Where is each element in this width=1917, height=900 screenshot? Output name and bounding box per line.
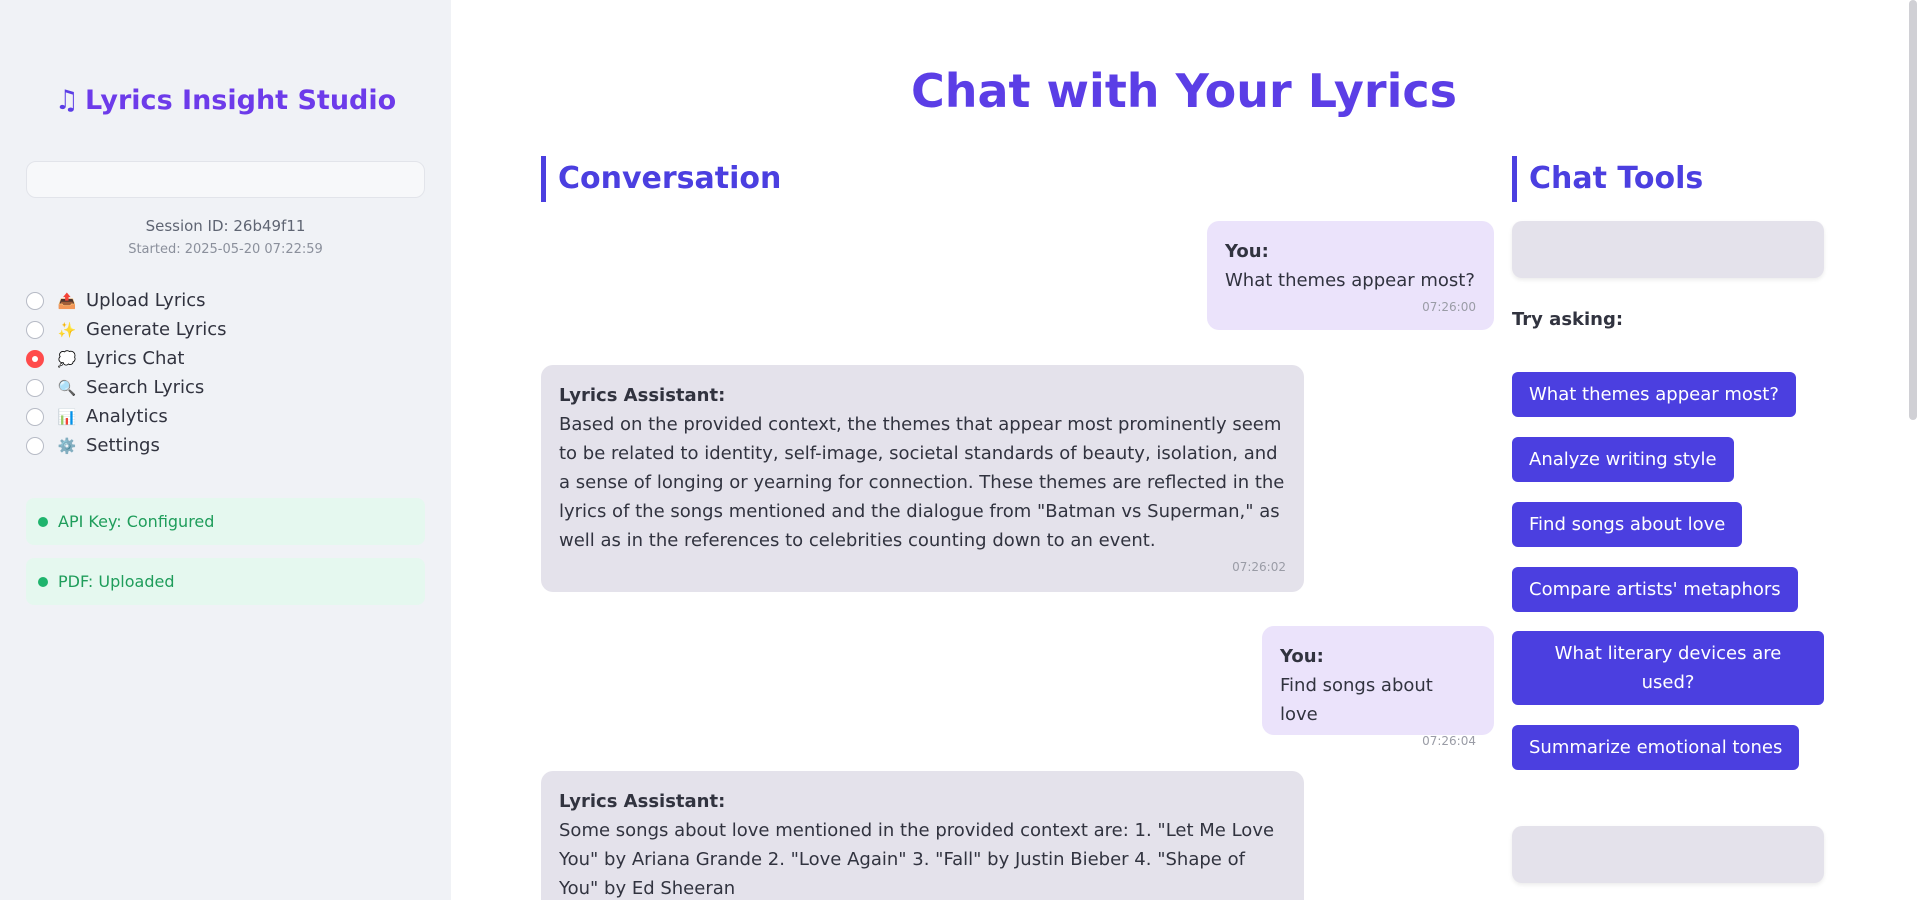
- message-time: 07:26:02: [1232, 560, 1286, 574]
- message-time: 07:26:00: [1422, 300, 1476, 314]
- bar-chart-icon: 📊: [57, 407, 77, 426]
- nav-item-search-lyrics[interactable]: 🔍 Search Lyrics: [26, 373, 227, 402]
- conversation-title: Conversation: [541, 156, 781, 202]
- message-text: Find songs about love: [1280, 675, 1433, 725]
- suggestion-button-metaphors[interactable]: Compare artists' metaphors: [1512, 567, 1798, 612]
- session-started: Started: 2025-05-20 07:22:59: [128, 242, 323, 257]
- sidebar: ♫ Lyrics Insight Studio Session ID: 26b49…: [0, 0, 451, 900]
- status-text: PDF: Uploaded: [58, 572, 175, 591]
- nav-item-label: Lyrics Chat: [86, 348, 185, 369]
- message-sender: You:: [1280, 646, 1324, 667]
- nav-item-label: Settings: [86, 435, 160, 456]
- message-text: What themes appear most?: [1225, 270, 1475, 291]
- nav-item-settings[interactable]: ⚙️ Settings: [26, 431, 227, 460]
- message-sender: You:: [1225, 241, 1269, 262]
- message-text: Based on the provided context, the theme…: [559, 414, 1285, 551]
- nav-item-label: Upload Lyrics: [86, 290, 206, 311]
- chat-tools-box-bottom[interactable]: [1512, 826, 1824, 883]
- status-text: API Key: Configured: [58, 512, 215, 531]
- nav-item-generate-lyrics[interactable]: ✨ Generate Lyrics: [26, 315, 227, 344]
- chat-tools-title: Chat Tools: [1512, 156, 1703, 202]
- chat-tools-box[interactable]: [1512, 221, 1824, 278]
- assistant-message: Lyrics Assistant: Based on the provided …: [541, 365, 1304, 592]
- thought-bubble-icon: 💭: [57, 349, 77, 368]
- status-pdf: PDF: Uploaded: [26, 558, 425, 605]
- session-id: Session ID: 26b49f11: [145, 217, 306, 235]
- scrollbar[interactable]: [1909, 0, 1917, 420]
- nav-item-label: Analytics: [86, 406, 168, 427]
- brand-title: Lyrics Insight Studio: [85, 85, 397, 116]
- sparkles-icon: ✨: [57, 320, 77, 339]
- nav-item-label: Generate Lyrics: [86, 319, 227, 340]
- outbox-icon: 📤: [57, 291, 77, 310]
- radio-icon[interactable]: [26, 378, 44, 397]
- radio-icon[interactable]: [26, 320, 44, 339]
- radio-icon[interactable]: [26, 436, 44, 455]
- message-text: Some songs about love mentioned in the p…: [559, 820, 1275, 899]
- suggestion-button-love-songs[interactable]: Find songs about love: [1512, 502, 1743, 547]
- suggestion-button-literary-devices[interactable]: What literary devices are used?: [1512, 631, 1824, 705]
- status-api-key: API Key: Configured: [26, 498, 425, 545]
- message-time: 07:26:04: [1422, 734, 1476, 748]
- music-note-icon: ♫: [54, 85, 80, 116]
- radio-selected-icon[interactable]: [26, 349, 44, 368]
- try-asking-label: Try asking:: [1512, 309, 1624, 330]
- message-sender: Lyrics Assistant:: [559, 385, 726, 406]
- sidebar-input[interactable]: [26, 161, 425, 198]
- nav-item-lyrics-chat[interactable]: 💭 Lyrics Chat: [26, 344, 227, 373]
- assistant-message: Lyrics Assistant: Some songs about love …: [541, 771, 1304, 900]
- magnifier-icon: 🔍: [57, 378, 77, 397]
- message-sender: Lyrics Assistant:: [559, 791, 726, 812]
- suggestion-button-writing-style[interactable]: Analyze writing style: [1512, 437, 1734, 482]
- gear-icon: ⚙️: [57, 436, 77, 455]
- nav-item-upload-lyrics[interactable]: 📤 Upload Lyrics: [26, 286, 227, 315]
- page-title: Chat with Your Lyrics: [911, 64, 1457, 118]
- user-message: You: Find songs about love 07:26:04: [1262, 626, 1494, 748]
- nav-radio-group: 📤 Upload Lyrics ✨ Generate Lyrics 💭 Lyri…: [26, 286, 227, 460]
- radio-icon[interactable]: [26, 407, 44, 426]
- suggestion-button-themes[interactable]: What themes appear most?: [1512, 372, 1796, 417]
- brand: ♫ Lyrics Insight Studio: [0, 85, 451, 116]
- nav-item-label: Search Lyrics: [86, 377, 205, 398]
- suggestion-button-emotional-tones[interactable]: Summarize emotional tones: [1512, 725, 1800, 770]
- radio-icon[interactable]: [26, 291, 44, 310]
- user-message: You: What themes appear most? 07:26:00: [1207, 221, 1494, 330]
- nav-item-analytics[interactable]: 📊 Analytics: [26, 402, 227, 431]
- status-dot-icon: [38, 516, 48, 527]
- status-dot-icon: [38, 576, 48, 587]
